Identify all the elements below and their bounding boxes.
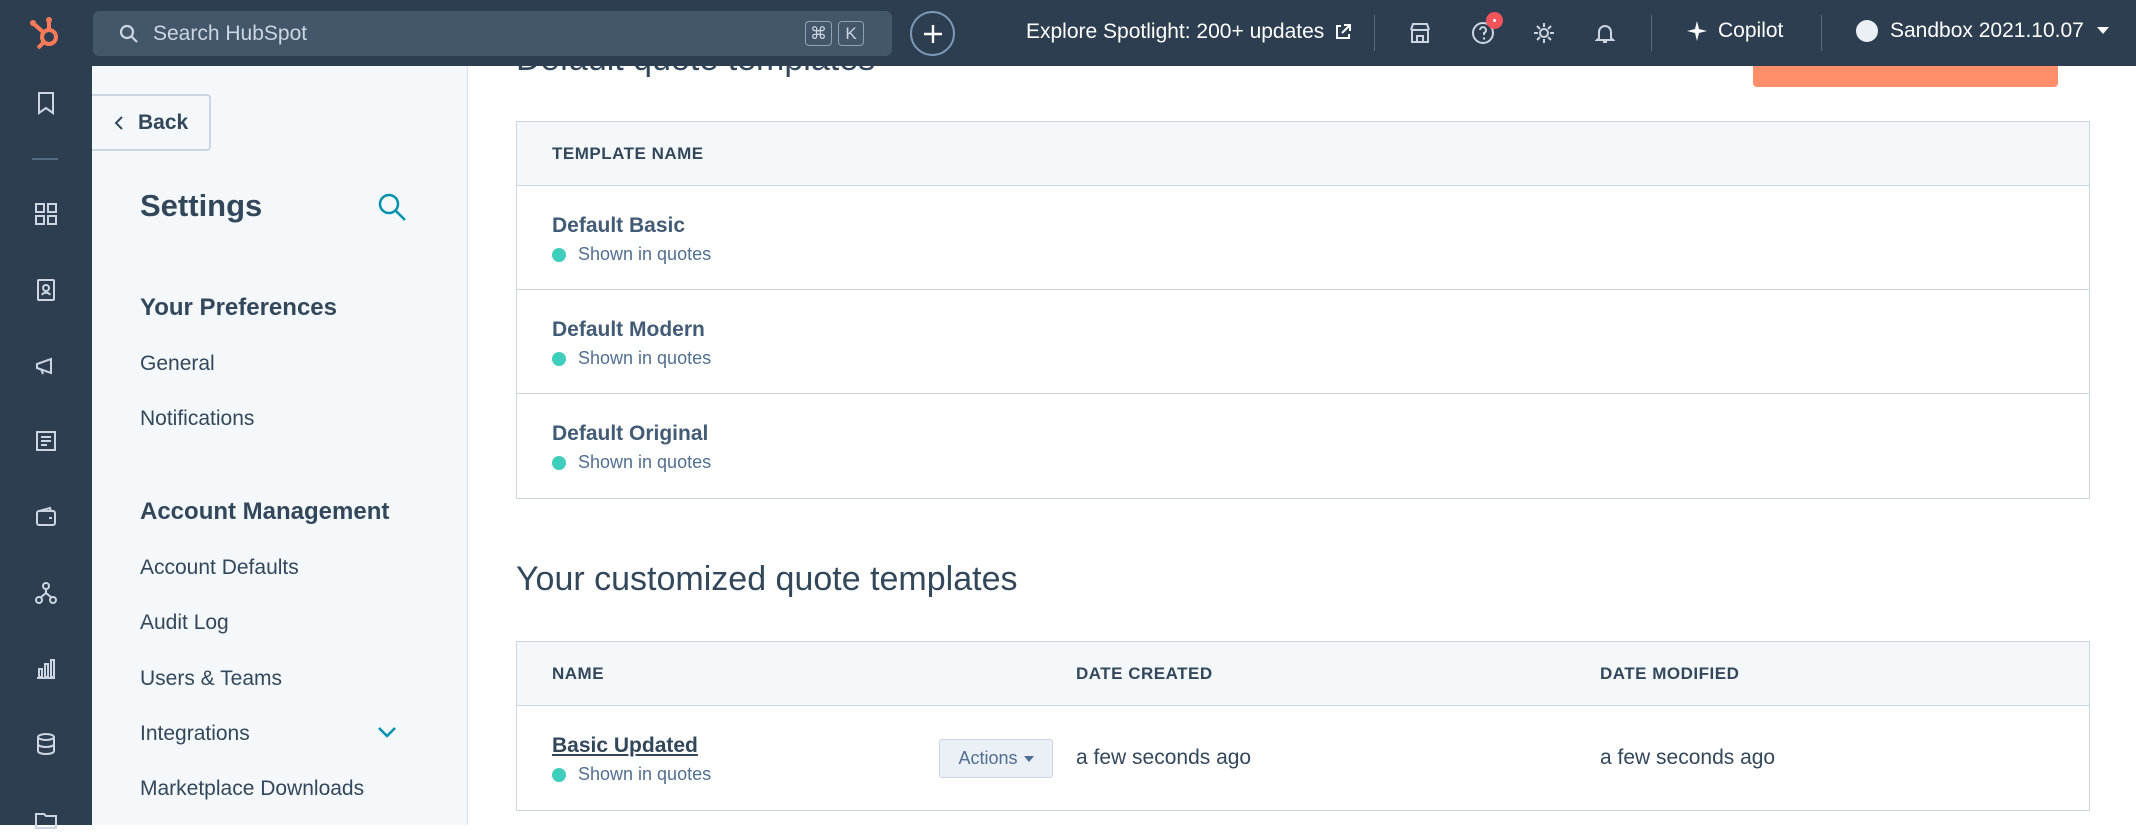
date-created: a few seconds ago: [1076, 746, 1252, 769]
sparkle-icon: [1687, 21, 1707, 41]
contacts-icon[interactable]: [31, 275, 61, 305]
date-modified: a few seconds ago: [1600, 746, 1776, 769]
sidebar-item-account-defaults[interactable]: Account Defaults: [140, 556, 299, 580]
automation-icon[interactable]: [31, 578, 61, 608]
shortcut-cmd-key: ⌘: [805, 21, 832, 46]
settings-search-icon[interactable]: [377, 192, 407, 227]
external-link-icon: [1336, 24, 1352, 39]
table-row: Default Basic Shown in quotes: [517, 186, 2089, 290]
template-name: Default Original: [552, 422, 709, 445]
notifications-bell-icon[interactable]: [1590, 18, 1620, 48]
settings-sidebar: Back Settings Your Preferences General N…: [92, 66, 468, 825]
column-header-name: NAME: [552, 663, 605, 683]
sidebar-item-integrations[interactable]: Integrations: [140, 722, 250, 746]
column-header-template-name: TEMPLATE NAME: [552, 143, 704, 163]
account-name: Sandbox 2021.10.07: [1890, 19, 2084, 42]
column-header-date-modified: DATE MODIFIED: [1600, 663, 1740, 683]
status-dot: [552, 351, 566, 366]
reports-bar-chart-icon[interactable]: [31, 654, 61, 684]
content-icon[interactable]: [31, 426, 61, 456]
default-templates-table: TEMPLATE NAME Default Basic Shown in quo…: [516, 121, 2090, 499]
status-dot: [552, 455, 566, 470]
template-status: Shown in quotes: [552, 348, 711, 369]
sidebar-item-general[interactable]: General: [140, 352, 215, 376]
sidebar-item-audit-log[interactable]: Audit Log: [140, 611, 229, 635]
nav-divider: [1821, 15, 1822, 51]
bookmark-icon[interactable]: [31, 88, 61, 118]
sidebar-item-users-teams[interactable]: Users & Teams: [140, 667, 282, 691]
main-content: Default quote templates TEMPLATE NAME De…: [469, 66, 2136, 825]
account-menu[interactable]: Sandbox 2021.10.07: [1856, 19, 2110, 43]
help-icon[interactable]: •: [1468, 12, 1503, 48]
back-button[interactable]: Back: [92, 94, 211, 151]
template-name: Default Basic: [552, 214, 686, 237]
avatar: [1856, 20, 1878, 42]
copilot-label: Copilot: [1718, 19, 1784, 42]
default-templates-title: Default quote templates: [516, 66, 875, 79]
global-search-input[interactable]: Search HubSpot ⌘ K: [93, 11, 892, 56]
explore-spotlight-link[interactable]: Explore Spotlight: 200+ updates: [1026, 20, 1352, 44]
section-title-your-preferences: Your Preferences: [140, 294, 337, 321]
table-row: Basic Updated Shown in quotes Actions a …: [517, 706, 2089, 810]
search-icon: [119, 24, 138, 43]
marketplace-icon[interactable]: [1405, 18, 1435, 48]
sidebar-item-notifications[interactable]: Notifications: [140, 407, 254, 431]
shortcut-k-key: K: [838, 21, 864, 46]
commerce-wallet-icon[interactable]: [31, 502, 61, 532]
notification-badge: •: [1486, 12, 1503, 29]
table-header: NAME DATE CREATED DATE MODIFIED: [517, 642, 2089, 706]
template-status: Shown in quotes: [552, 764, 711, 785]
custom-templates-title: Your customized quote templates: [516, 560, 1018, 598]
hubspot-logo-icon[interactable]: [0, 0, 92, 66]
sidebar-item-marketplace-downloads[interactable]: Marketplace Downloads: [140, 777, 364, 801]
create-new-button[interactable]: [910, 11, 955, 56]
search-placeholder: Search HubSpot: [153, 21, 308, 45]
nav-divider: [1651, 15, 1652, 51]
folder-icon[interactable]: [31, 805, 61, 835]
section-title-account-management: Account Management: [140, 498, 390, 525]
nav-divider: [1374, 15, 1375, 51]
settings-title: Settings: [140, 188, 263, 223]
plus-icon: [923, 24, 942, 43]
settings-gear-icon[interactable]: [1529, 18, 1559, 48]
status-dot: [552, 767, 566, 782]
table-header: TEMPLATE NAME: [517, 122, 2089, 186]
chevron-left-icon: [114, 115, 123, 130]
left-rail: [0, 66, 92, 829]
actions-dropdown-button[interactable]: Actions: [939, 739, 1053, 778]
back-label: Back: [138, 110, 189, 134]
column-header-date-created: DATE CREATED: [1076, 663, 1213, 683]
marketing-megaphone-icon[interactable]: [31, 351, 61, 381]
dashboard-grid-icon[interactable]: [31, 199, 61, 229]
create-quote-template-button[interactable]: [1753, 66, 2058, 87]
table-row: Default Modern Shown in quotes: [517, 290, 2089, 394]
caret-down-icon: [1023, 755, 1034, 762]
rail-divider: [32, 158, 58, 160]
template-status: Shown in quotes: [552, 452, 711, 473]
table-row: Default Original Shown in quotes: [517, 394, 2089, 498]
status-dot: [552, 247, 566, 262]
chevron-down-icon[interactable]: [377, 725, 397, 744]
custom-templates-table: NAME DATE CREATED DATE MODIFIED Basic Up…: [516, 641, 2090, 811]
data-database-icon[interactable]: [31, 729, 61, 759]
top-navigation: Search HubSpot ⌘ K Explore Spotlight: 20…: [0, 0, 2136, 66]
caret-down-icon: [2096, 27, 2109, 34]
template-name-link[interactable]: Basic Updated: [552, 734, 698, 758]
template-name: Default Modern: [552, 318, 705, 341]
template-status: Shown in quotes: [552, 244, 711, 265]
spotlight-label: Explore Spotlight: 200+ updates: [1026, 20, 1325, 43]
copilot-button[interactable]: Copilot: [1686, 19, 1783, 43]
